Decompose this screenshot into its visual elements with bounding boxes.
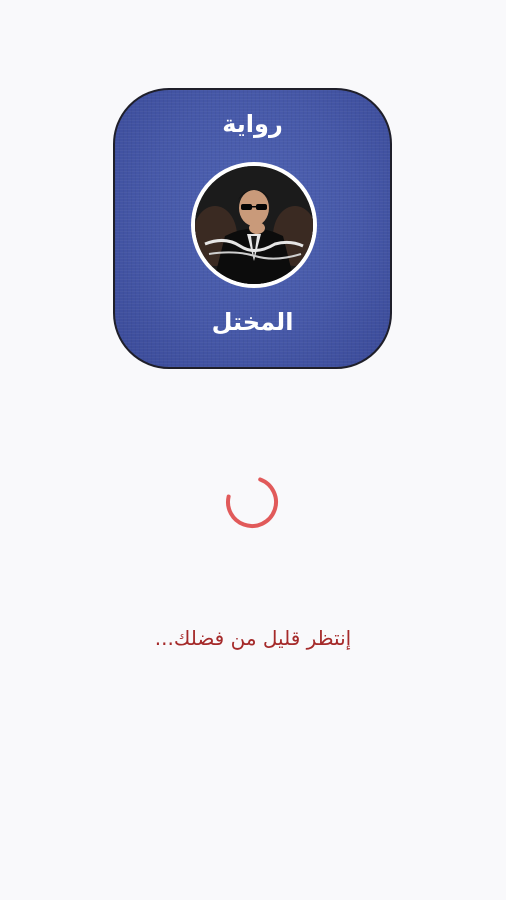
loading-message: إنتظر قليل من فضلك... bbox=[154, 626, 352, 650]
app-title-bottom: المختل bbox=[211, 308, 294, 336]
portrait-illustration bbox=[195, 166, 313, 284]
loading-spinner bbox=[226, 476, 278, 528]
app-title-top: رواية bbox=[222, 110, 283, 138]
app-icon: رواية المختل bbox=[113, 88, 392, 369]
portrait-image bbox=[191, 162, 317, 288]
